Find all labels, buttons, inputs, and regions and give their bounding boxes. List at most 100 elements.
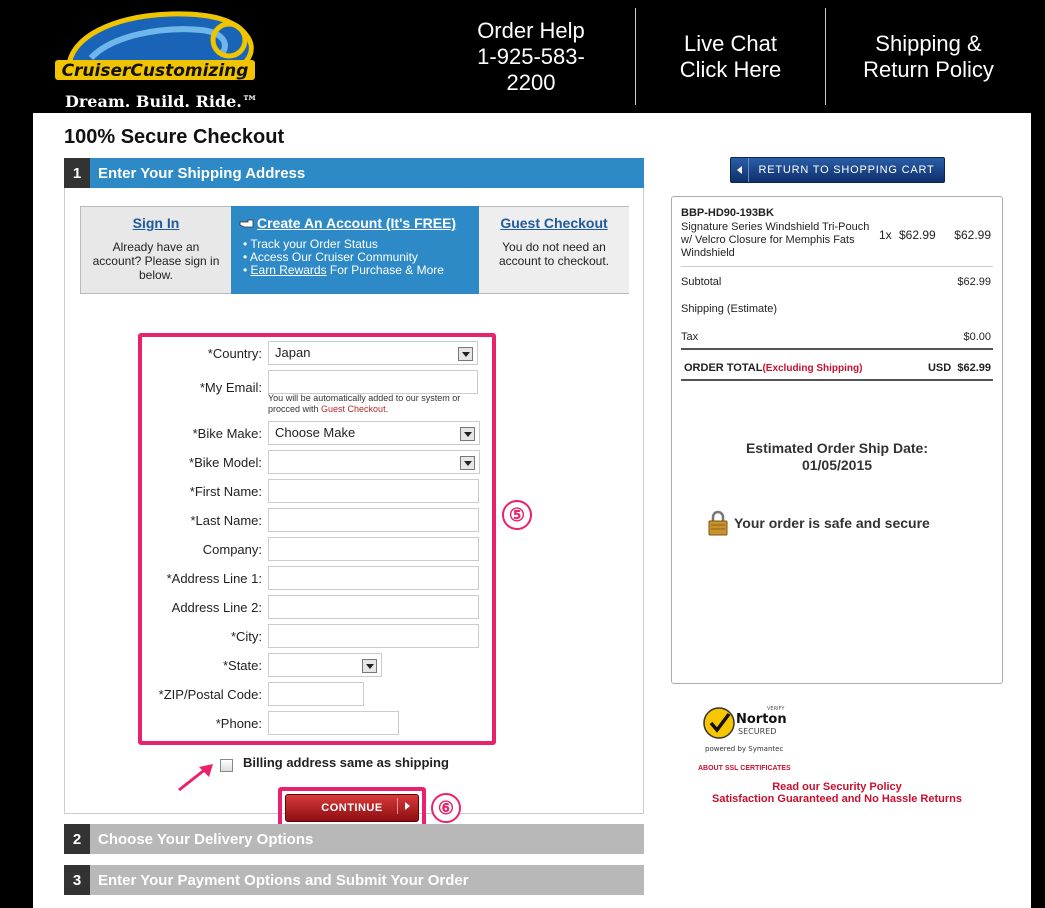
button-divider — [397, 798, 398, 814]
company-row: Company: — [142, 537, 492, 561]
subtotal-value: $62.99 — [957, 276, 991, 288]
address2-row: Address Line 2: — [142, 595, 492, 619]
step2-section[interactable]: 2 Choose Your Delivery Options — [64, 824, 644, 854]
billing-same-label: Billing address same as shipping — [243, 755, 449, 770]
bike-make-value: Choose Make — [275, 425, 356, 440]
order-total-note: (Excluding Shipping) — [762, 363, 863, 374]
step2-number: 2 — [64, 824, 90, 854]
company-field[interactable] — [268, 537, 479, 561]
secure-notice-text: Your order is safe and secure — [734, 515, 930, 531]
subtotal-row: Subtotal $62.99 — [681, 276, 993, 288]
logo-graphic: CruiserCustomizing — [55, 11, 255, 81]
first-name-field[interactable] — [268, 479, 479, 503]
norton-secured-badge[interactable]: VERIFY Norton SECURED powered by Symante… — [701, 703, 796, 759]
step1-body: Sign In Already have an account? Please … — [64, 188, 644, 829]
zip-field[interactable] — [268, 682, 364, 706]
tab-create-account[interactable]: Create An Account (It's FREE) Track your… — [231, 206, 479, 294]
country-value: Japan — [275, 345, 311, 360]
item-quantity: 1x — [879, 228, 892, 242]
tax-value: $0.00 — [963, 331, 991, 343]
checkout-page: CruiserCustomizing Dream. Build. Ride.™ … — [0, 0, 1045, 908]
shipping-policy-line1: Shipping & — [875, 30, 982, 56]
checkout-steps: 1 Enter Your Shipping Address Sign In Al… — [64, 158, 644, 895]
step1-section: 1 Enter Your Shipping Address Sign In Al… — [64, 158, 644, 829]
billing-same-checkbox-row[interactable]: Billing address same as shipping — [220, 753, 449, 772]
city-field[interactable] — [268, 624, 479, 648]
tax-label: Tax — [681, 331, 699, 343]
return-to-cart-button[interactable]: RETURN TO SHOPPING CART — [730, 157, 945, 183]
norton-secured: SECURED — [738, 727, 776, 736]
site-logo[interactable]: CruiserCustomizing Dream. Build. Ride.™ — [51, 8, 261, 111]
bike-make-row: *Bike Make: Choose Make — [142, 421, 492, 445]
annotation-5: ⑤ — [502, 500, 532, 530]
address2-field[interactable] — [268, 595, 479, 619]
shipping-policy-link[interactable]: Shipping & Return Policy — [825, 8, 1031, 105]
address2-label: Address Line 2: — [171, 600, 262, 615]
step3-title: Enter Your Payment Options and Submit Yo… — [90, 865, 644, 895]
tab-guest-checkout[interactable]: Guest Checkout You do not need an accoun… — [479, 207, 629, 293]
phone-label: *Phone: — [215, 716, 262, 731]
last-name-label: *Last Name: — [190, 513, 262, 528]
subtotal-label: Subtotal — [681, 276, 722, 288]
step1-title: Enter Your Shipping Address — [90, 158, 644, 188]
state-select[interactable] — [268, 653, 382, 677]
step3-header[interactable]: 3 Enter Your Payment Options and Submit … — [64, 865, 644, 895]
country-row: *Country: Japan — [142, 341, 492, 365]
address1-label: *Address Line 1: — [166, 571, 262, 586]
bike-model-select[interactable] — [268, 450, 480, 474]
logo-text: CruiserCustomizing — [62, 61, 249, 81]
email-label: *My Email: — [199, 380, 262, 395]
bike-make-select[interactable]: Choose Make — [268, 421, 480, 445]
step1-header[interactable]: 1 Enter Your Shipping Address — [64, 158, 644, 188]
phone-field[interactable] — [268, 711, 399, 735]
email-field[interactable] — [268, 370, 478, 394]
security-policy-link[interactable]: Read our Security Policy — [671, 781, 1003, 793]
order-total-label: ORDER TOTAL — [684, 362, 763, 374]
divider — [681, 348, 993, 350]
benefit-item: Earn Rewards For Purchase & More — [243, 264, 479, 277]
ship-date-label: Estimated Order Ship Date: — [745, 440, 929, 456]
order-help-phone-2: 2200 — [506, 69, 556, 95]
order-total-value: $62.99 — [957, 362, 991, 374]
guest-checkout-note-link[interactable]: Guest Checkout — [321, 404, 386, 414]
step3-section[interactable]: 3 Enter Your Payment Options and Submit … — [64, 865, 644, 895]
shipping-address-form: *Country: Japan *My Email: You will be a… — [138, 333, 496, 745]
address1-field[interactable] — [268, 566, 479, 590]
satisfaction-link[interactable]: Satisfaction Guaranteed and No Hassle Re… — [671, 793, 1003, 805]
secure-notice: Your order is safe and secure — [708, 510, 930, 536]
last-name-field[interactable] — [268, 508, 479, 532]
continue-button[interactable]: CONTINUE — [285, 794, 419, 822]
shipping-label: Shipping (Estimate) — [681, 303, 777, 315]
logo-tagline: Dream. Build. Ride.™ — [65, 92, 258, 111]
shipping-policy-line2: Return Policy — [863, 56, 994, 82]
norton-name: Norton — [736, 712, 787, 727]
live-chat-cta: Click Here — [679, 56, 782, 82]
item-sku: BBP-HD90-193BK — [681, 207, 774, 219]
earn-rewards-link[interactable]: Earn Rewards — [251, 263, 327, 277]
ssl-certificates-link[interactable]: ABOUT SSL CERTIFICATES — [698, 765, 791, 772]
first-name-row: *First Name: — [142, 479, 492, 503]
address1-row: *Address Line 1: — [142, 566, 492, 590]
order-summary: BBP-HD90-193BK Signature Series Windshie… — [671, 196, 1003, 684]
chevron-down-icon — [464, 432, 472, 437]
email-note-end: . — [385, 404, 389, 414]
zip-row: *ZIP/Postal Code: — [142, 682, 492, 706]
email-row: *My Email: — [142, 370, 492, 395]
order-help-block[interactable]: Order Help 1-925-583- 2200 — [433, 8, 629, 105]
sign-in-link[interactable]: Sign In — [89, 215, 223, 231]
ship-date: Estimated Order Ship Date: 01/05/2015 — [672, 440, 1002, 474]
phone-row: *Phone: — [142, 711, 492, 735]
live-chat-link[interactable]: Live Chat Click Here — [635, 8, 825, 105]
billing-same-checkbox[interactable] — [220, 759, 233, 772]
page-title: 100% Secure Checkout — [64, 126, 285, 148]
create-account-link[interactable]: Create An Account (It's FREE) — [239, 215, 479, 231]
tab-sign-in[interactable]: Sign In Already have an account? Please … — [81, 207, 231, 293]
step2-header[interactable]: 2 Choose Your Delivery Options — [64, 824, 644, 854]
guest-checkout-link[interactable]: Guest Checkout — [485, 215, 623, 231]
country-select[interactable]: Japan — [268, 341, 478, 365]
annotation-arrow-icon — [178, 764, 213, 792]
last-name-row: *Last Name: — [142, 508, 492, 532]
step2-title: Choose Your Delivery Options — [90, 824, 644, 854]
order-help-label: Order Help — [477, 17, 585, 43]
norton-check-icon: VERIFY Norton SECURED powered by Symante… — [703, 706, 787, 753]
